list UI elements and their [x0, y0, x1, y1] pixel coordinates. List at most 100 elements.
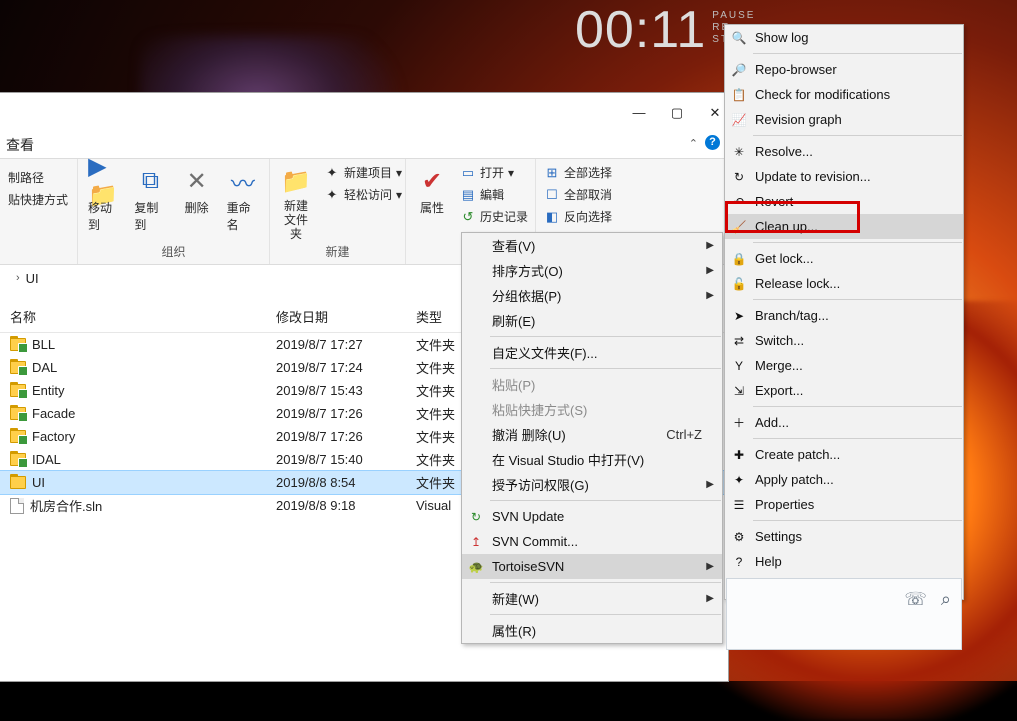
menu-item[interactable]: 排序方式(O)▶ [462, 258, 722, 283]
menu-item[interactable]: ＋Add... [725, 410, 963, 435]
menu-item-icon: ⇄ [731, 333, 747, 349]
menu-item[interactable]: 属性(R) [462, 618, 722, 643]
close-button[interactable]: ✕ [708, 105, 722, 121]
menu-item-label: Repo-browser [755, 62, 837, 77]
copy-path-button[interactable]: 制路径 [6, 168, 46, 187]
menu-item-icon: ⇲ [731, 383, 747, 399]
menu-item[interactable]: 分组依据(P)▶ [462, 283, 722, 308]
menu-item-label: SVN Commit... [492, 534, 578, 549]
file-date: 2019/8/8 9:18 [276, 498, 416, 513]
delete-button[interactable]: ✕删除 [177, 163, 217, 218]
menu-item: 粘贴(P) [462, 372, 722, 397]
menu-item-label: Revert [755, 194, 793, 209]
menu-item[interactable]: 刷新(E) [462, 308, 722, 333]
file-name: 机房合作.sln [30, 496, 102, 515]
view-tab[interactable]: 查看 [6, 135, 34, 155]
ribbon-group-organize: ▶📁移动到 ⧉复制到 ✕删除 〰重命名 组织 [78, 159, 270, 264]
new-item-button[interactable]: ✦新建项目 ▾ [322, 163, 404, 182]
file-date: 2019/8/7 17:24 [276, 360, 416, 375]
file-name: Facade [32, 406, 75, 421]
file-name: DAL [32, 360, 57, 375]
open-button[interactable]: ▭打开 ▾ [458, 163, 530, 182]
folder-icon [10, 476, 26, 489]
menu-item-icon: ? [731, 554, 747, 570]
menu-item[interactable]: ✦Apply patch... [725, 467, 963, 492]
breadcrumb-segment[interactable]: UI [26, 271, 39, 286]
menu-item[interactable]: YMerge... [725, 353, 963, 378]
menu-item-icon: ↥ [468, 534, 484, 550]
menu-item-icon: 🧹 [731, 219, 747, 235]
history-button[interactable]: ↺历史记录 [458, 207, 530, 226]
menu-item-label: Switch... [755, 333, 804, 348]
menu-item[interactable]: ✳Resolve... [725, 139, 963, 164]
menu-item[interactable]: 自定义文件夹(F)... [462, 340, 722, 365]
menu-item-icon: 🔍 [731, 30, 747, 46]
pin-item[interactable] [6, 163, 10, 165]
context-menu-tortoisesvn[interactable]: 🔍Show log 🔎 Repo-browser 📋Check for modific… [724, 24, 964, 600]
video-call-icon[interactable]: ⌕ [941, 589, 951, 610]
menu-item-label: Add... [755, 415, 789, 430]
properties-button[interactable]: ✔属性 [412, 163, 452, 218]
menu-item[interactable]: ↶Revert [725, 189, 963, 214]
chat-panel[interactable]: ☏ ⌕ [726, 578, 962, 650]
menu-item[interactable]: 新建(W)▶ [462, 586, 722, 611]
menu-item[interactable]: 撤消 删除(U)Ctrl+Z [462, 422, 722, 447]
menu-item[interactable]: ➤Branch/tag... [725, 303, 963, 328]
move-to-button[interactable]: ▶📁移动到 [84, 163, 124, 235]
menu-item[interactable]: 查看(V)▶ [462, 233, 722, 258]
rename-button[interactable]: 〰重命名 [223, 163, 263, 235]
select-none-button[interactable]: ☐全部取消 [542, 185, 640, 204]
copy-to-button[interactable]: ⧉复制到 [130, 163, 170, 235]
menu-item[interactable]: 📈Revision graph [725, 107, 963, 132]
minimize-button[interactable]: — [632, 105, 646, 121]
select-all-button[interactable]: ⊞全部选择 [542, 163, 640, 182]
menu-separator [490, 500, 721, 501]
menu-item-label: 在 Visual Studio 中打开(V) [492, 450, 644, 469]
menu-item-icon: ☰ [731, 497, 747, 513]
menu-item-label: SVN Update [492, 509, 564, 524]
menu-item[interactable]: 在 Visual Studio 中打开(V) [462, 447, 722, 472]
folder-icon [10, 384, 26, 397]
edit-button[interactable]: ▤編輯 [458, 185, 530, 204]
invert-selection-button[interactable]: ◧反向选择 [542, 207, 640, 226]
menu-item[interactable]: 授予访问权限(G)▶ [462, 472, 722, 497]
menu-item[interactable]: ⚙Settings [725, 524, 963, 549]
menu-item[interactable]: ↻Update to revision... [725, 164, 963, 189]
menu-item[interactable]: 📋Check for modifications [725, 82, 963, 107]
file-date: 2019/8/7 15:43 [276, 383, 416, 398]
folder-icon [10, 453, 26, 466]
menu-item-icon: ↻ [468, 509, 484, 525]
easy-access-button[interactable]: ✦轻松访问 ▾ [322, 185, 404, 204]
menu-item[interactable]: ✚Create patch... [725, 442, 963, 467]
menu-item[interactable]: ?Help [725, 549, 963, 574]
window-controls: — ▢ ✕ [632, 105, 722, 121]
menu-item[interactable]: ⇄ Switch... [725, 328, 963, 353]
menu-separator [753, 53, 962, 54]
column-name[interactable]: 名称 [0, 307, 276, 332]
menu-item[interactable]: ☰Properties [725, 492, 963, 517]
menu-item[interactable]: ⇲Export... [725, 378, 963, 403]
help-icon[interactable]: ? [705, 135, 720, 150]
menu-item-label: Get lock... [755, 251, 814, 266]
menu-item[interactable]: 🔓Release lock... [725, 271, 963, 296]
menu-item[interactable]: ↻ SVN Update [462, 504, 722, 529]
file-name: UI [32, 475, 45, 490]
menu-item[interactable]: 🔍Show log [725, 25, 963, 50]
menu-separator [490, 336, 721, 337]
context-menu-main[interactable]: 查看(V)▶排序方式(O)▶分组依据(P)▶刷新(E) 自定义文件夹(F)... 粘… [461, 232, 723, 644]
column-modified[interactable]: 修改日期 [276, 307, 416, 332]
menu-item-icon: 🔎 [731, 62, 747, 78]
file-date: 2019/8/7 17:26 [276, 406, 416, 421]
ribbon-collapse-toggle[interactable]: ⌃ [689, 137, 698, 150]
phone-icon[interactable]: ☏ [904, 589, 927, 610]
menu-item[interactable]: 🔎 Repo-browser [725, 57, 963, 82]
paste-shortcut-button[interactable]: 贴快捷方式 [6, 190, 70, 209]
menu-item[interactable]: 🔒Get lock... [725, 246, 963, 271]
menu-item[interactable]: ↥ SVN Commit... [462, 529, 722, 554]
menu-item[interactable]: 🐢TortoiseSVN▶ [462, 554, 722, 579]
new-folder-button[interactable]: 📁新建 文件夹 [276, 163, 316, 243]
maximize-button[interactable]: ▢ [670, 105, 684, 121]
menu-separator [753, 438, 962, 439]
menu-item[interactable]: 🧹Clean up... [725, 214, 963, 239]
folder-icon [10, 338, 26, 351]
